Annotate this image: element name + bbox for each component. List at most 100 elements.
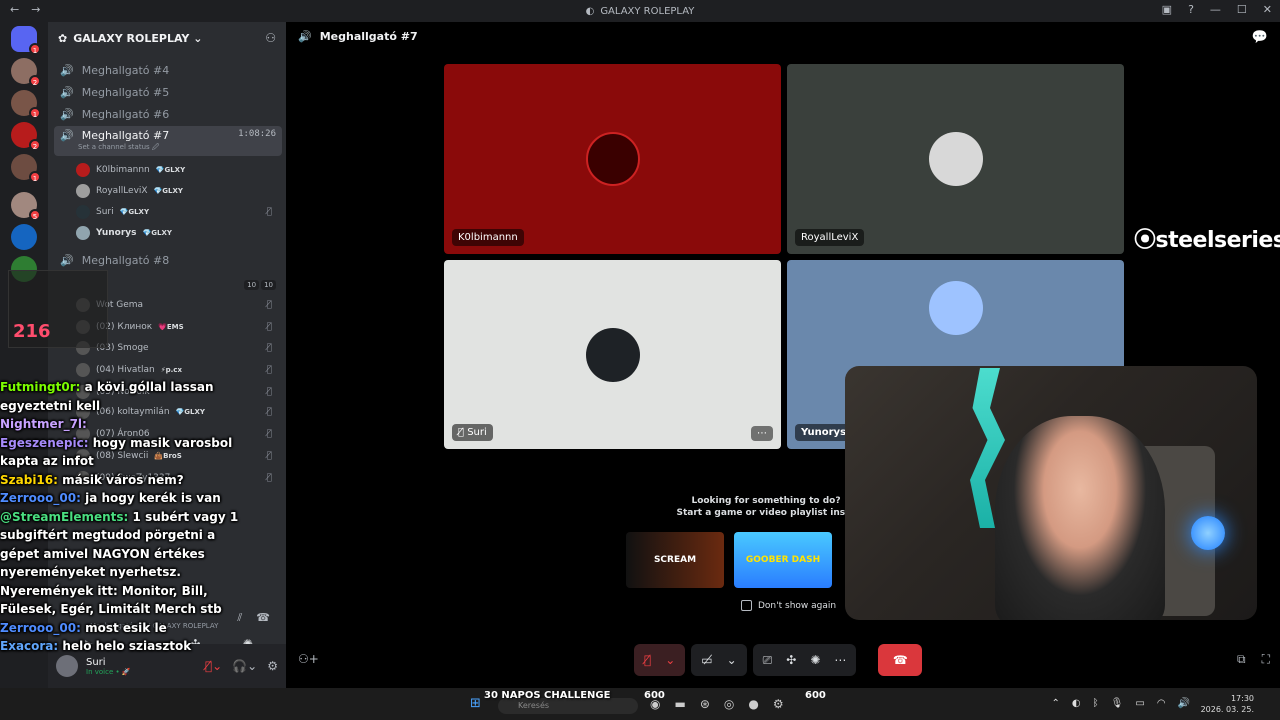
- camera-button[interactable]: ▭̸ ⌄: [691, 644, 747, 676]
- chat-user: Exacora:: [0, 639, 59, 653]
- user-status: In voice • 🚀: [86, 667, 131, 676]
- steelseries-logo: ⦿steelseries: [1134, 228, 1280, 253]
- fullscreen-icon[interactable]: ⛶: [1262, 652, 1270, 667]
- member-name: (04) Hivatlan: [96, 365, 155, 375]
- voice-member[interactable]: Yunorys 💎GLXY: [76, 224, 282, 242]
- avatar[interactable]: [56, 655, 78, 677]
- muted-mic-icon: 🎙̸: [266, 300, 272, 310]
- speaker-icon: 🔊: [60, 63, 74, 77]
- game-card[interactable]: SCREAM: [626, 532, 724, 588]
- chat-message: Futmingt0r: a kövi góllal lassan egyezte…: [0, 378, 240, 415]
- member-tag: 💗EMS: [158, 323, 184, 331]
- more-options-icon[interactable]: ⋯: [751, 426, 773, 441]
- spotify-icon[interactable]: ●: [748, 697, 758, 711]
- call-controls: 🎙̸ ⌄ ▭̸ ⌄ ⎚ ✣ ✺ ⋯ ☎: [634, 644, 923, 676]
- chrome-icon[interactable]: ◎: [724, 697, 734, 711]
- participant-name: 🎙̸ Suri: [452, 424, 493, 441]
- participant-tile[interactable]: RoyallLeviX: [787, 64, 1124, 254]
- help-icon[interactable]: ?: [1188, 3, 1194, 16]
- wifi-icon[interactable]: ◠: [1157, 698, 1166, 709]
- voice-channel-active[interactable]: 🔊 Meghallgató #7 1:08:26 Set a channel s…: [54, 126, 282, 156]
- server-icon[interactable]: 2: [11, 58, 41, 87]
- windows-taskbar: ⊞ Keresés 30 NAPOS CHALLENGE 600 600 ◉ ▬…: [0, 688, 1280, 720]
- minimize-icon[interactable]: —: [1210, 3, 1221, 16]
- participant-tile[interactable]: K0lbimannn: [444, 64, 781, 254]
- checkbox[interactable]: [741, 600, 752, 611]
- settings-app-icon[interactable]: ⚙: [773, 697, 784, 711]
- username: Suri: [86, 656, 106, 668]
- server-icon[interactable]: 1: [11, 90, 41, 119]
- guild-header[interactable]: ✿ GALAXY ROLEPLAY ⌄ ⚇: [48, 22, 286, 54]
- server-icon[interactable]: [11, 224, 37, 250]
- voice-channel[interactable]: 🔊 Meghallgató #5: [54, 82, 282, 102]
- mic-muted-icon[interactable]: 🎙̸⌄: [205, 659, 222, 673]
- tray-expand-icon[interactable]: ⌃: [1052, 698, 1060, 709]
- invite-icon[interactable]: ⚇+: [298, 652, 319, 666]
- taskbar-clock[interactable]: 17:30 2026. 03. 25.: [1201, 693, 1254, 715]
- speaker-icon: 🔊: [298, 30, 312, 43]
- chat-message: Egeszenepic: hogy masik varosbol kapta a…: [0, 434, 240, 471]
- activities-icon[interactable]: ✣: [786, 653, 796, 667]
- voice-member[interactable]: RoyallLeviX 💎GLXY: [76, 182, 282, 200]
- popout-icon[interactable]: ⧉: [1237, 652, 1246, 667]
- discord-app-icon[interactable]: ◉: [650, 697, 660, 711]
- dont-show-again-checkbox[interactable]: Don't show again: [741, 600, 836, 611]
- disconnect-icon[interactable]: ☎: [256, 611, 270, 625]
- channel-name: Meghallgató #6: [81, 107, 170, 121]
- participant-name: RoyallLeviX: [795, 229, 865, 246]
- channel-status[interactable]: Set a channel status 🖉: [78, 143, 159, 154]
- tray-app-icon[interactable]: ◐: [1072, 698, 1081, 709]
- voice-channel[interactable]: 🔊 Meghallgató #6: [54, 104, 282, 124]
- game-card[interactable]: GOOBER DASH: [734, 532, 832, 588]
- soundboard-icon[interactable]: ✺: [810, 653, 820, 667]
- settings-gear-icon[interactable]: ⚙: [267, 659, 278, 673]
- screen-share-icon[interactable]: ⎚: [763, 653, 773, 668]
- forward-arrow-icon[interactable]: →: [31, 3, 40, 16]
- voice-member[interactable]: (04) Hivatlan ⚡p.cx 🎙̸: [76, 361, 282, 379]
- steam-icon[interactable]: ⊛: [700, 697, 710, 711]
- chat-bubble-icon[interactable]: 💬: [1252, 30, 1268, 45]
- participant-name: K0lbimannn: [452, 229, 524, 246]
- server-icon[interactable]: 1: [11, 154, 41, 183]
- network-icon[interactable]: ▭: [1135, 698, 1144, 709]
- chevron-down-icon[interactable]: ⌄: [727, 653, 737, 667]
- channel-user-count: 10 10: [244, 280, 276, 290]
- server-icon[interactable]: 2: [11, 122, 41, 151]
- desk-lamp: [1191, 516, 1225, 550]
- server-icon[interactable]: 5: [11, 192, 41, 221]
- muted-mic-icon: 🎙̸: [266, 387, 272, 397]
- system-tray: ⌃ ◐ ᛒ 🎙 ▭ ◠ 🔊: [1052, 698, 1190, 709]
- stream-overlay-title: 30 NAPOS CHALLENGE: [484, 690, 611, 701]
- chat-text: helo helo sziasztok: [62, 639, 192, 653]
- back-arrow-icon[interactable]: ←: [10, 3, 19, 16]
- voice-member[interactable]: K0lbimannn 💎GLXY: [76, 161, 282, 179]
- muted-mic-icon: 🎙̸: [266, 473, 272, 483]
- maximize-icon[interactable]: ☐: [1237, 3, 1247, 16]
- mute-button[interactable]: 🎙̸ ⌄: [634, 644, 686, 676]
- disconnect-button[interactable]: ☎: [878, 644, 923, 676]
- member-name: RoyallLeviX: [96, 186, 148, 196]
- headphones-icon[interactable]: 🎧⌄: [232, 659, 257, 673]
- hangup-icon: ☎: [892, 653, 908, 667]
- direct-messages-icon[interactable]: 1: [11, 26, 41, 55]
- participant-tile[interactable]: 🎙̸ Suri ⋯: [444, 260, 781, 449]
- bluetooth-icon[interactable]: ᛒ: [1093, 698, 1099, 709]
- chat-user: Szabi16:: [0, 472, 58, 487]
- more-options-icon[interactable]: ⋯: [834, 653, 846, 667]
- avatar: [76, 226, 90, 240]
- volume-icon[interactable]: 🔊: [1178, 698, 1190, 709]
- call-timer: 1:08:26: [238, 129, 276, 139]
- close-icon[interactable]: ✕: [1263, 3, 1272, 16]
- mic-icon[interactable]: 🎙: [1111, 698, 1124, 709]
- voice-channel[interactable]: 🔊 Meghallgató #4: [54, 60, 282, 80]
- chevron-down-icon[interactable]: ⌄: [665, 653, 675, 667]
- chat-user: Zerrooo_00:: [0, 491, 81, 505]
- inbox-icon[interactable]: ▣: [1162, 3, 1172, 16]
- avatar: [928, 132, 983, 186]
- add-member-icon[interactable]: ⚇: [265, 31, 276, 45]
- file-explorer-icon[interactable]: ▬: [674, 697, 685, 711]
- voice-channel[interactable]: 🔊 Meghallgató #8: [54, 250, 282, 270]
- voice-member[interactable]: Suri 💎GLXY 🎙̸: [76, 203, 282, 221]
- windows-start-icon[interactable]: ⊞: [470, 696, 481, 711]
- chat-text: ja hogy kerék is van: [85, 491, 221, 505]
